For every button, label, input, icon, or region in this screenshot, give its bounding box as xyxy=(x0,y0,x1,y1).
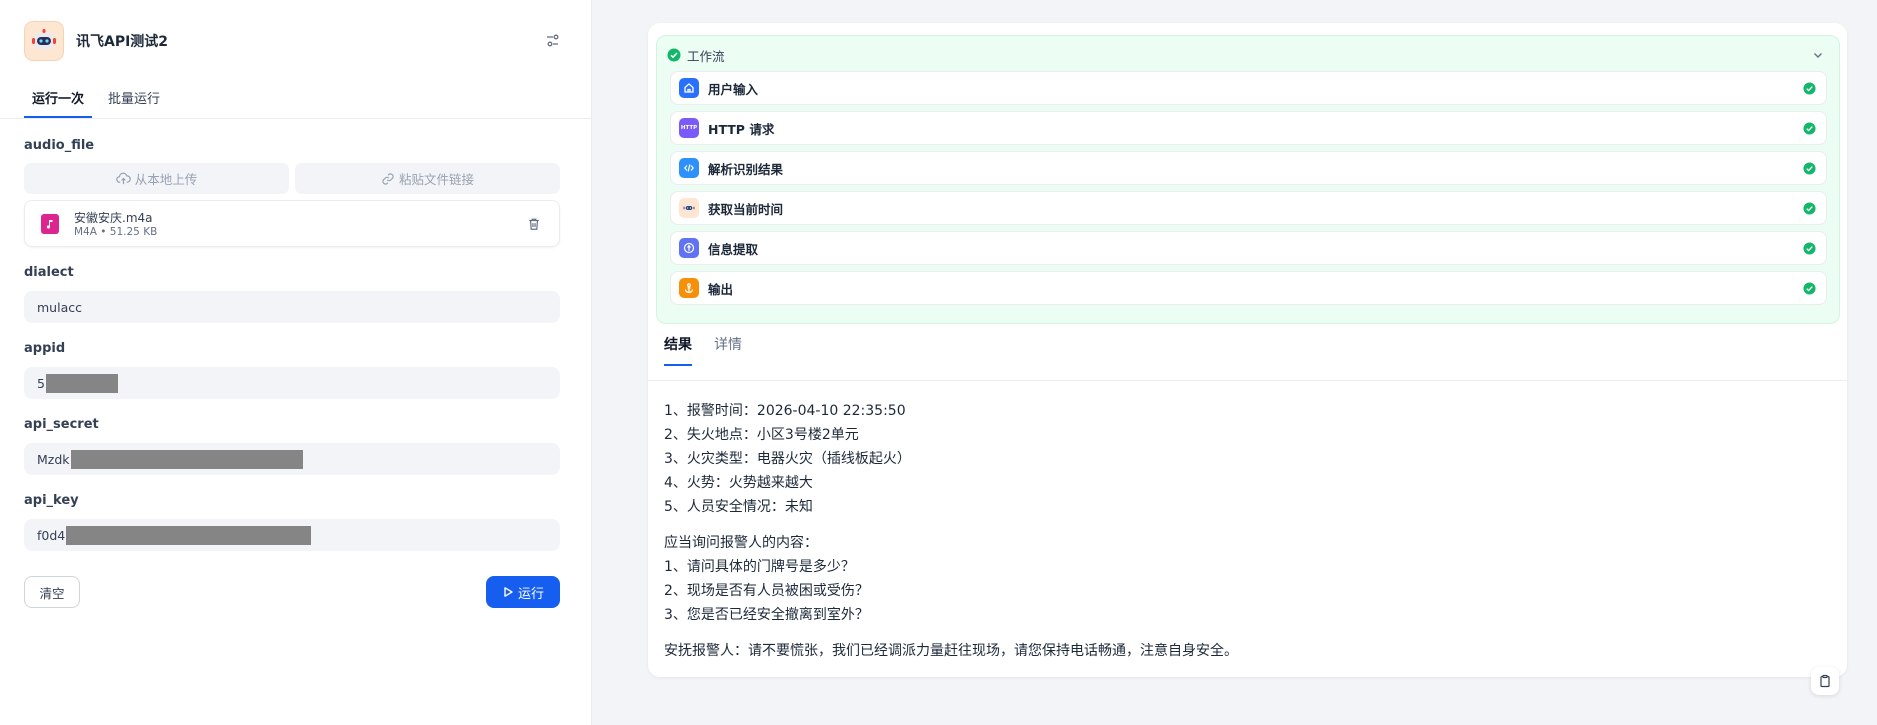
api-secret-value: Mzdk xyxy=(37,451,70,467)
cloud-upload-icon xyxy=(115,172,131,185)
result-line: 1、请问具体的门牌号是多少？ xyxy=(664,559,855,575)
link-icon xyxy=(382,172,394,185)
result-summary: 1、报警时间：2026-04-10 22:35:50 2、失火地点：小区3号楼2… xyxy=(664,399,1824,519)
run-mode-tabs: 运行一次 批量运行 xyxy=(24,84,176,118)
workflow-step-info-extract[interactable]: 信息提取 xyxy=(670,231,1827,265)
workflow-step-output[interactable]: 输出 xyxy=(670,271,1827,305)
play-icon xyxy=(504,587,513,597)
upload-local-button[interactable]: 从本地上传 xyxy=(24,163,289,194)
app-title: 讯飞API测试2 xyxy=(76,34,169,50)
check-circle-icon xyxy=(667,48,681,62)
api-secret-label: api_secret xyxy=(24,417,99,432)
redaction-bar xyxy=(70,449,303,469)
appid-label: appid xyxy=(24,341,66,356)
appid-value: 5 xyxy=(37,375,45,391)
clear-button[interactable]: 清空 xyxy=(24,576,80,608)
step-label: 获取当前时间 xyxy=(708,201,784,217)
paste-link-label: 粘贴文件链接 xyxy=(398,172,474,187)
result-line: 1、报警时间：2026-04-10 22:35:50 xyxy=(664,403,906,419)
workflow-step-parse-result[interactable]: 解析识别结果 xyxy=(670,151,1827,185)
tab-result[interactable]: 结果 xyxy=(664,334,692,366)
app-header: 讯飞API测试2 xyxy=(24,21,567,61)
step-label: HTTP 请求 xyxy=(708,121,775,137)
appid-input[interactable]: 5 xyxy=(24,367,560,399)
result-line: 3、火灾类型：电器火灾（插线板起火） xyxy=(664,451,911,467)
run-button-label: 运行 xyxy=(517,586,544,602)
api-key-label: api_key xyxy=(24,493,79,508)
step-label: 信息提取 xyxy=(708,241,759,257)
file-name: 安徽安庆.m4a xyxy=(74,211,153,225)
check-circle-icon xyxy=(1803,122,1816,135)
result-comfort: 安抚报警人：请不要慌张，我们已经调派力量赶往现场，请您保持电话畅通，注意自身安全… xyxy=(664,639,1824,663)
check-circle-icon xyxy=(1803,162,1816,175)
step-label: 用户输入 xyxy=(708,81,759,97)
uploaded-file-card: 安徽安庆.m4a M4A • 51.25 KB xyxy=(24,200,560,247)
clipboard-icon[interactable] xyxy=(1811,667,1839,695)
audio-file-icon xyxy=(41,214,59,234)
workflow-panel: 工作流 用户输入 HTTP HTTP 请求 解析识别结果 获取当前时间 信息提取… xyxy=(656,35,1840,324)
result-tabs: 结果 详情 xyxy=(664,334,764,366)
result-line: 4、火势：火势越来越大 xyxy=(664,475,813,491)
run-button[interactable]: 运行 xyxy=(486,576,560,608)
result-card: 工作流 用户输入 HTTP HTTP 请求 解析识别结果 获取当前时间 信息提取… xyxy=(648,23,1847,677)
workflow-header[interactable]: 工作流 xyxy=(667,42,1829,68)
result-line: 3、您是否已经安全撤离到室外？ xyxy=(664,607,869,623)
file-meta: M4A • 51.25 KB xyxy=(74,226,158,238)
result-tabs-divider xyxy=(648,380,1847,381)
redaction-bar xyxy=(66,525,312,545)
check-circle-icon xyxy=(1803,242,1816,255)
upload-local-label: 从本地上传 xyxy=(134,172,198,187)
result-content: 1、报警时间：2026-04-10 22:35:50 2、失火地点：小区3号楼2… xyxy=(664,399,1824,675)
dialect-value: mulacc xyxy=(37,299,82,315)
dialect-input[interactable]: mulacc xyxy=(24,291,560,323)
redaction-bar xyxy=(45,373,118,393)
workflow-step-get-time[interactable]: 获取当前时间 xyxy=(670,191,1827,225)
workflow-step-http-request[interactable]: HTTP HTTP 请求 xyxy=(670,111,1827,145)
result-line: 应当询问报警人的内容： xyxy=(664,535,818,551)
robot-icon xyxy=(24,21,64,61)
tab-batch-run[interactable]: 批量运行 xyxy=(100,84,168,117)
check-circle-icon xyxy=(1803,282,1816,295)
chevron-down-icon[interactable] xyxy=(1811,48,1825,62)
home-icon xyxy=(679,78,699,98)
audio-file-label: audio_file xyxy=(24,138,95,153)
result-questions: 应当询问报警人的内容： 1、请问具体的门牌号是多少？ 2、现场是否有人员被困或受… xyxy=(664,531,1824,627)
api-key-value: f0d4 xyxy=(37,527,66,543)
settings-icon[interactable] xyxy=(543,31,563,51)
info-extract-icon xyxy=(679,238,699,258)
robot-icon xyxy=(679,198,699,218)
workflow-title: 工作流 xyxy=(687,48,725,64)
workflow-step-user-input[interactable]: 用户输入 xyxy=(670,71,1827,105)
paste-link-button[interactable]: 粘贴文件链接 xyxy=(295,163,560,194)
check-circle-icon xyxy=(1803,202,1816,215)
trash-icon[interactable] xyxy=(525,215,543,233)
api-secret-input[interactable]: Mzdk xyxy=(24,443,560,475)
tab-details[interactable]: 详情 xyxy=(714,334,742,366)
output-icon xyxy=(679,278,699,298)
dialect-label: dialect xyxy=(24,265,74,280)
result-line: 2、失火地点：小区3号楼2单元 xyxy=(664,427,859,443)
code-icon xyxy=(679,158,699,178)
result-line: 安抚报警人：请不要慌张，我们已经调派力量赶往现场，请您保持电话畅通，注意自身安全… xyxy=(664,643,1238,659)
step-label: 解析识别结果 xyxy=(708,161,784,177)
result-line: 5、人员安全情况：未知 xyxy=(664,499,813,515)
api-key-input[interactable]: f0d4 xyxy=(24,519,560,551)
http-icon: HTTP xyxy=(679,118,699,138)
check-circle-icon xyxy=(1803,82,1816,95)
step-label: 输出 xyxy=(708,281,734,297)
tab-run-once[interactable]: 运行一次 xyxy=(24,84,93,118)
audio-file-upload: 从本地上传 粘贴文件链接 xyxy=(24,163,560,194)
run-panel: 讯飞API测试2 运行一次 批量运行 audio_file 从本地上传 粘贴文件… xyxy=(0,0,592,725)
tabs-divider xyxy=(0,118,591,119)
result-line: 2、现场是否有人员被困或受伤？ xyxy=(664,583,869,599)
